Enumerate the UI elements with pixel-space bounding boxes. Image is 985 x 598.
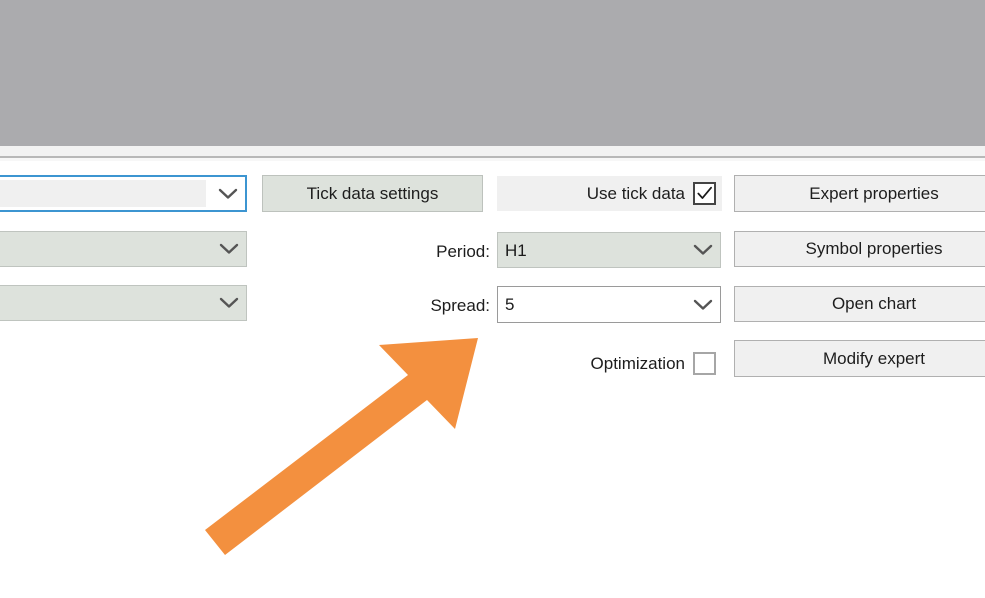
chevron-down-icon[interactable]: [211, 188, 245, 200]
period-combobox[interactable]: H1: [497, 232, 721, 268]
tick-data-settings-button[interactable]: Tick data settings: [262, 175, 483, 212]
date-range-combobox[interactable]: [0, 285, 247, 321]
use-tick-data-checkbox[interactable]: [693, 182, 716, 205]
optimization-label: Optimization: [590, 353, 685, 373]
optimization-checkbox[interactable]: [693, 351, 716, 375]
use-tick-data-row[interactable]: Use tick data: [497, 176, 722, 211]
period-label: Period:: [436, 242, 490, 261]
top-separator-light: [0, 146, 985, 156]
spread-label: Spread:: [430, 296, 490, 315]
chevron-down-icon[interactable]: [212, 297, 246, 309]
spread-combobox-value[interactable]: 5: [498, 296, 686, 313]
model-combobox[interactable]: [0, 231, 247, 267]
chevron-down-icon[interactable]: [212, 243, 246, 255]
open-chart-button[interactable]: Open chart: [734, 286, 985, 322]
top-separator-line-secondary: [0, 158, 985, 161]
period-combobox-value: H1: [505, 241, 527, 259]
annotation-arrow-icon: [205, 338, 478, 555]
expert-properties-button[interactable]: Expert properties: [734, 175, 985, 212]
symbol-combobox[interactable]: [0, 175, 247, 212]
symbol-properties-button[interactable]: Symbol properties: [734, 231, 985, 267]
checkmark-icon: [697, 186, 712, 199]
top-blank-region: [0, 0, 985, 146]
optimization-row[interactable]: Optimization: [497, 347, 722, 379]
use-tick-data-label: Use tick data: [586, 184, 685, 203]
chevron-down-icon[interactable]: [686, 299, 720, 311]
symbol-combobox-field: [0, 180, 206, 207]
chevron-down-icon[interactable]: [686, 244, 720, 256]
strategy-tester-settings-panel: Tick data settings Use tick data Period:…: [0, 0, 985, 598]
modify-expert-button[interactable]: Modify expert: [734, 340, 985, 377]
spread-combobox[interactable]: 5: [497, 286, 721, 323]
